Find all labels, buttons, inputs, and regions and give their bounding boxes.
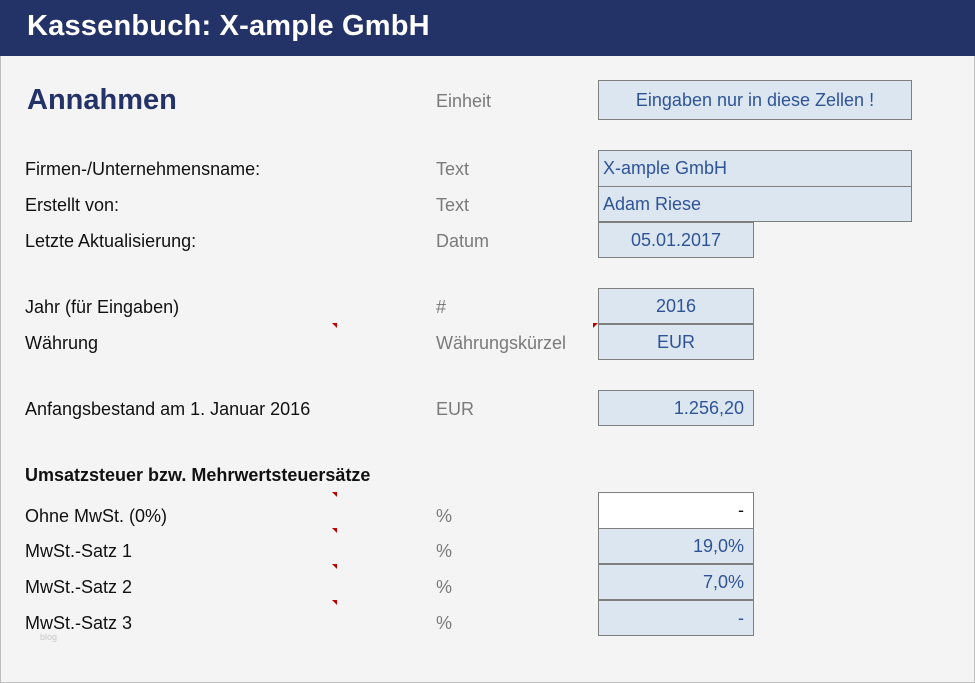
- vat-rate-unit: %: [436, 541, 453, 561]
- comment-marker[interactable]: [332, 323, 337, 328]
- vat-section-title: Umsatzsteuer bzw. Mehrwertsteuersätze: [25, 465, 371, 485]
- opening-balance-input[interactable]: 1.256,20: [598, 390, 754, 426]
- currency-unit: Währungskürzel: [436, 333, 567, 353]
- comment-marker[interactable]: [332, 600, 337, 605]
- comment-marker[interactable]: [332, 528, 337, 533]
- opening-balance-unit: EUR: [436, 399, 475, 419]
- section-title: Annahmen: [27, 84, 177, 116]
- vat-rate-label: Ohne MwSt. (0%): [25, 506, 168, 526]
- vat-rate-unit: %: [436, 577, 453, 597]
- vat-rate-unit: %: [436, 506, 453, 526]
- author-input[interactable]: Adam Riese: [598, 186, 912, 222]
- watermark-text: blog: [40, 632, 58, 642]
- comment-marker[interactable]: [332, 492, 337, 497]
- currency-label: Währung: [25, 333, 99, 353]
- unit-column-header: Einheit: [436, 91, 492, 111]
- company-label: Firmen-/Unternehmensname:: [25, 159, 261, 179]
- year-label: Jahr (für Eingaben): [25, 297, 180, 317]
- vat-rate-value: -: [598, 492, 754, 529]
- input-hint-cell[interactable]: Eingaben nur in diese Zellen !: [598, 80, 912, 120]
- vat-rate-label: MwSt.-Satz 3: [25, 613, 133, 633]
- year-input[interactable]: 2016: [598, 288, 754, 324]
- opening-balance-label: Anfangsbestand am 1. Januar 2016: [25, 399, 311, 419]
- vat-rate-label: MwSt.-Satz 2: [25, 577, 133, 597]
- vat-rate-label: MwSt.-Satz 1: [25, 541, 133, 561]
- updated-label: Letzte Aktualisierung:: [25, 231, 197, 251]
- title-bar: Kassenbuch: X-ample GmbH: [0, 0, 975, 56]
- vat-rate-unit: %: [436, 613, 453, 633]
- author-unit: Text: [436, 195, 470, 215]
- year-unit: #: [436, 297, 447, 317]
- updated-input[interactable]: 05.01.2017: [598, 222, 754, 258]
- sheet-title: Kassenbuch: X-ample GmbH: [27, 10, 430, 42]
- comment-marker[interactable]: [332, 564, 337, 569]
- company-input[interactable]: X-ample GmbH: [598, 150, 912, 187]
- currency-input[interactable]: EUR: [598, 324, 754, 360]
- author-label: Erstellt von:: [25, 195, 120, 215]
- vat-rate-input[interactable]: 19,0%: [598, 528, 754, 564]
- company-unit: Text: [436, 159, 470, 179]
- vat-rate-input[interactable]: -: [598, 600, 754, 636]
- updated-unit: Datum: [436, 231, 490, 251]
- vat-rate-input[interactable]: 7,0%: [598, 564, 754, 600]
